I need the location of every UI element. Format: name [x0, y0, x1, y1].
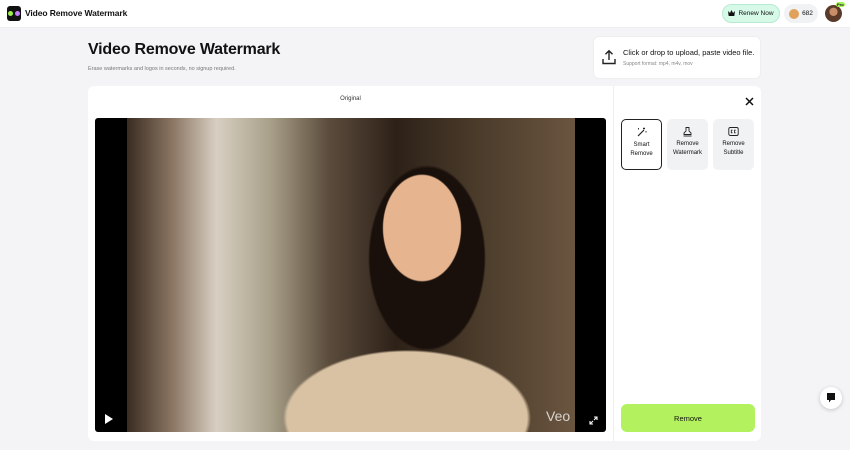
tool-remove-subtitle[interactable]: Remove Subtitle	[713, 119, 754, 170]
coin-icon	[789, 8, 800, 19]
credits-badge[interactable]: 682	[784, 4, 818, 23]
top-bar: Video Remove Watermark Renew Now 682 Pro	[0, 0, 850, 28]
close-icon[interactable]	[745, 95, 754, 109]
upload-formats: Support format: mp4, m4v, mov	[623, 61, 693, 67]
magic-wand-icon	[637, 127, 647, 137]
pro-badge: Pro	[836, 2, 845, 7]
page-title: Video Remove Watermark	[88, 41, 281, 58]
page-subtitle: Erase watermarks and logos in seconds, n…	[88, 66, 236, 72]
upload-dropzone[interactable]: Click or drop to upload, paste video fil…	[593, 36, 761, 79]
tool-label: Smart Remove	[630, 142, 653, 157]
stamp-icon	[683, 127, 692, 137]
renew-label: Renew Now	[738, 10, 774, 17]
user-avatar[interactable]	[825, 5, 842, 22]
tool-smart-remove[interactable]: Smart Remove	[621, 119, 662, 170]
tool-label: Remove Watermark	[672, 141, 703, 156]
crown-icon	[728, 9, 736, 18]
video-frame	[127, 118, 575, 432]
cc-icon	[728, 127, 739, 136]
preview-label: Original	[340, 96, 361, 102]
tool-remove-watermark[interactable]: Remove Watermark	[667, 119, 708, 170]
tool-label: Remove Subtitle	[722, 141, 745, 156]
video-player[interactable]: Veo	[95, 118, 606, 432]
fullscreen-icon[interactable]	[589, 412, 598, 430]
renew-now-button[interactable]: Renew Now	[722, 4, 780, 23]
remove-button[interactable]: Remove	[621, 404, 755, 432]
watermark-text: Veo	[546, 408, 571, 424]
app-logo-icon[interactable]	[7, 6, 21, 21]
chat-support-button[interactable]	[820, 387, 842, 409]
upload-instructions: Click or drop to upload, paste video fil…	[623, 48, 755, 57]
panel-divider	[613, 86, 614, 441]
app-name[interactable]: Video Remove Watermark	[25, 8, 127, 18]
upload-icon	[602, 49, 616, 70]
credits-count: 682	[802, 10, 813, 17]
chat-icon	[827, 393, 835, 403]
play-icon[interactable]	[105, 411, 113, 429]
